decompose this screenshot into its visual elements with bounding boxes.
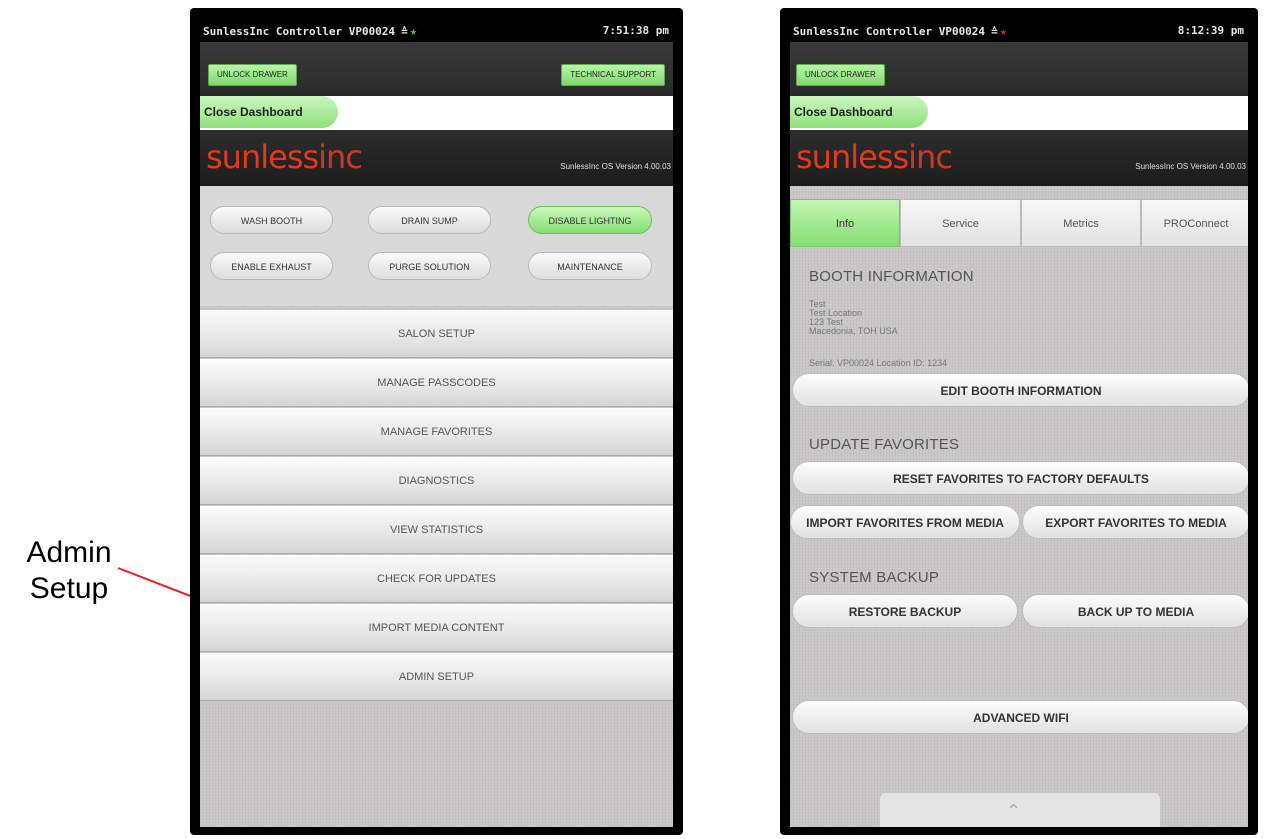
enable-exhaust-button[interactable]: ENABLE EXHAUST bbox=[210, 252, 333, 280]
status-bar: SunlessInc Controller VP00024 ≙ ★ 8:12:39 … bbox=[790, 18, 1248, 42]
status-time: 7:51:38 pm bbox=[602, 24, 669, 37]
tab-service[interactable]: Service bbox=[900, 199, 1021, 247]
edit-booth-information-button[interactable]: EDIT BOOTH INFORMATION bbox=[792, 373, 1248, 407]
star-icon: ★ bbox=[999, 24, 1007, 38]
quick-actions: WASH BOOTH DRAIN SUMP DISABLE LIGHTING E… bbox=[200, 186, 673, 306]
update-favorites-heading: UPDATE FAVORITES bbox=[809, 436, 960, 453]
wifi-icon: ≙ bbox=[991, 25, 998, 38]
status-title: SunlessInc Controller VP00024 ≙ ★ bbox=[203, 20, 417, 43]
manage-passcodes-item[interactable]: MANAGE PASSCODES bbox=[200, 359, 673, 407]
view-statistics-item[interactable]: VIEW STATISTICS bbox=[200, 506, 673, 554]
status-bar: SunlessInc Controller VP00024 ≙ ★ 7:51:38 … bbox=[200, 18, 673, 42]
maintenance-button[interactable]: MAINTENANCE bbox=[528, 252, 652, 280]
serial-location: Serial: VP00024 Location ID: 1234 bbox=[809, 358, 948, 368]
technical-support-button[interactable]: TECHNICAL SUPPORT bbox=[561, 64, 665, 86]
dashboard-screen: SunlessInc Controller VP00024 ≙ ★ 7:51:38 … bbox=[200, 18, 673, 827]
chevron-up-icon: ⌃ bbox=[1006, 801, 1022, 821]
salon-setup-item[interactable]: SALON SETUP bbox=[200, 310, 673, 358]
address-line: Macedonia, TOH USA bbox=[809, 326, 898, 336]
system-backup-heading: SYSTEM BACKUP bbox=[809, 569, 940, 586]
brand-bar: sunlessinc SunlessInc OS Version 4.00.03 bbox=[790, 130, 1248, 186]
star-icon: ★ bbox=[409, 24, 417, 38]
sunlessinc-logo: sunlessinc bbox=[796, 138, 953, 176]
import-favorites-button[interactable]: IMPORT FAVORITES FROM MEDIA bbox=[790, 505, 1020, 539]
close-bar: Close Dashboard bbox=[200, 96, 673, 130]
unlock-drawer-button[interactable]: UNLOCK DRAWER bbox=[208, 64, 297, 86]
sunlessinc-logo: sunlessinc bbox=[206, 138, 363, 176]
import-media-content-item[interactable]: IMPORT MEDIA CONTENT bbox=[200, 604, 673, 652]
disable-lighting-button[interactable]: DISABLE LIGHTING bbox=[528, 206, 652, 234]
phone-admin-setup: SunlessInc Controller VP00024 ≙ ★ 8:12:39 … bbox=[780, 8, 1258, 835]
tab-info[interactable]: Info bbox=[790, 199, 900, 247]
annotation-line-2: Setup bbox=[29, 572, 109, 605]
status-title: SunlessInc Controller VP00024 ≙ ★ bbox=[793, 20, 1007, 43]
admin-setup-item[interactable]: ADMIN SETUP bbox=[200, 653, 673, 701]
close-dashboard-button[interactable]: Close Dashboard bbox=[200, 96, 338, 128]
annotation-line-1: Admin bbox=[26, 536, 112, 569]
wifi-icon: ≙ bbox=[401, 25, 408, 38]
wash-booth-button[interactable]: WASH BOOTH bbox=[210, 206, 333, 234]
top-bar: UNLOCK DRAWER bbox=[790, 42, 1248, 96]
check-for-updates-item[interactable]: CHECK FOR UPDATES bbox=[200, 555, 673, 603]
drain-sump-button[interactable]: DRAIN SUMP bbox=[368, 206, 491, 234]
close-bar: Close Dashboard bbox=[790, 96, 1248, 130]
phone-dashboard: SunlessInc Controller VP00024 ≙ ★ 7:51:38 … bbox=[190, 8, 683, 835]
dashboard-menu: SALON SETUP MANAGE PASSCODES MANAGE FAVO… bbox=[200, 310, 673, 702]
tab-proconnect[interactable]: PROConnect bbox=[1141, 199, 1248, 247]
purge-solution-button[interactable]: PURGE SOLUTION bbox=[368, 252, 491, 280]
reset-favorites-button[interactable]: RESET FAVORITES TO FACTORY DEFAULTS bbox=[792, 461, 1248, 495]
manage-favorites-item[interactable]: MANAGE FAVORITES bbox=[200, 408, 673, 456]
home-handle[interactable]: ⌃ bbox=[880, 793, 1160, 827]
close-dashboard-button[interactable]: Close Dashboard bbox=[790, 96, 928, 128]
back-up-to-media-button[interactable]: BACK UP TO MEDIA bbox=[1022, 594, 1248, 628]
export-favorites-button[interactable]: EXPORT FAVORITES TO MEDIA bbox=[1022, 505, 1248, 539]
admin-tabs: Info Service Metrics PROConnect bbox=[790, 199, 1248, 249]
os-version: SunlessInc OS Version 4.00.03 bbox=[560, 162, 671, 171]
tab-metrics[interactable]: Metrics bbox=[1021, 199, 1141, 247]
unlock-drawer-button[interactable]: UNLOCK DRAWER bbox=[796, 64, 885, 86]
top-bar: UNLOCK DRAWER TECHNICAL SUPPORT bbox=[200, 42, 673, 96]
admin-screen: SunlessInc Controller VP00024 ≙ ★ 8:12:39 … bbox=[790, 18, 1248, 827]
booth-address: Test Test Location 123 Test Macedonia, T… bbox=[809, 300, 898, 336]
advanced-wifi-button[interactable]: ADVANCED WIFI bbox=[792, 700, 1248, 734]
brand-bar: sunlessinc SunlessInc OS Version 4.00.03 bbox=[200, 130, 673, 186]
diagnostics-item[interactable]: DIAGNOSTICS bbox=[200, 457, 673, 505]
booth-information-heading: BOOTH INFORMATION bbox=[809, 268, 974, 285]
status-time: 8:12:39 pm bbox=[1177, 24, 1244, 37]
restore-backup-button[interactable]: RESTORE BACKUP bbox=[792, 594, 1018, 628]
os-version: SunlessInc OS Version 4.00.03 bbox=[1135, 162, 1246, 171]
admin-setup-annotation: Admin Setup bbox=[14, 535, 124, 607]
